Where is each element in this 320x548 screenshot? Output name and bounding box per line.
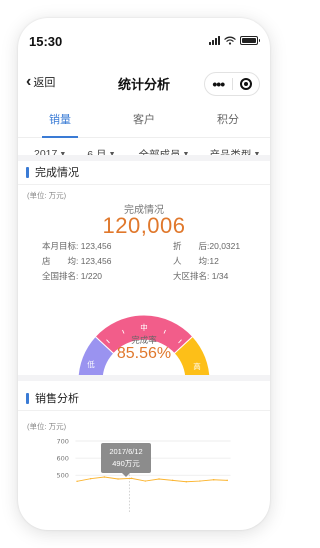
data-point [212, 479, 215, 481]
data-point [158, 478, 160, 480]
tooltip-value: 490万元 [112, 459, 140, 468]
y-tick-label: 600 [56, 455, 68, 463]
stat-region-rank: 大区排名: 1/34 [173, 270, 228, 282]
stat-label: 全国排名: [42, 271, 79, 281]
stat-label: 人 均: [173, 256, 210, 266]
stat-value: 1/34 [211, 271, 229, 281]
tab-points[interactable]: 积分 [186, 106, 270, 137]
section-title-completion-text: 完成情况 [35, 167, 79, 179]
section-title-sales: 销售分析 [26, 390, 79, 406]
stat-store-average: 店 均: 123,456 [42, 255, 111, 267]
divider [18, 410, 270, 411]
data-point [89, 477, 92, 480]
wifi-icon [224, 36, 236, 45]
stat-label: 店 均: [42, 256, 79, 266]
stat-value: 12 [209, 256, 219, 266]
signal-icon [209, 36, 220, 45]
stat-label: 大区排名: [173, 271, 210, 281]
unit-label: (单位: 万元) [27, 422, 67, 431]
data-point [103, 476, 106, 478]
stat-per-capita: 人 均:12 [173, 255, 219, 267]
stat-label: 本月目标: [42, 241, 79, 251]
rate-value: 85.56% [116, 345, 172, 362]
more-icon[interactable]: ••• [205, 77, 232, 91]
headline-value: 120,006 [102, 213, 186, 238]
chart-tooltip: 2017/6/12 490万元 [101, 443, 151, 477]
stat-national-rank: 全国排名: 1/220 [42, 270, 102, 282]
unit-label: (单位: 万元) [27, 191, 67, 200]
phone-frame: 15:30 ‹ 返回 统计分析 ••• 销量 客户 积分 2017 ▼ ▼ ▼ … [18, 18, 270, 530]
target-icon [239, 78, 252, 90]
miniprogram-capsule: ••• [204, 72, 260, 96]
battery-icon [240, 36, 260, 45]
status-time: 15:30 [29, 34, 63, 49]
section-divider [18, 155, 270, 161]
stat-monthly-target: 本月目标: 123,456 [42, 240, 111, 252]
data-point [185, 481, 188, 483]
divider [18, 184, 270, 185]
data-point [117, 478, 119, 480]
series-layer [76, 476, 228, 483]
stat-value: 20,0321 [209, 241, 241, 251]
series-line [76, 476, 228, 483]
tooltip-date: 2017/6/12 [109, 447, 143, 456]
status-icons [209, 36, 260, 45]
gauge-label-mid: 中 [140, 322, 148, 332]
section-title-sales-text: 销售分析 [35, 393, 79, 405]
data-point [130, 477, 133, 480]
tab-bar: 销量 客户 积分 [18, 106, 270, 138]
y-tick-label: 500 [56, 472, 68, 480]
stat-value: 123,456 [80, 256, 112, 266]
data-point [76, 480, 78, 483]
section-accent-bar [26, 166, 29, 178]
data-point [226, 479, 228, 482]
status-bar: 15:30 [18, 18, 270, 62]
stat-value: 123,456 [80, 241, 112, 251]
section-title-completion: 完成情况 [26, 164, 79, 180]
stat-discount: 折 后:20,0321 [173, 240, 240, 252]
stat-label: 折 后: [173, 241, 210, 251]
tab-sales[interactable]: 销量 [18, 106, 102, 138]
stat-value: 1/220 [80, 271, 103, 281]
section-accent-bar [26, 392, 29, 404]
tab-customers[interactable]: 客户 [102, 106, 186, 137]
nav-bar: ‹ 返回 统计分析 ••• [18, 62, 270, 106]
gridlines [75, 440, 231, 476]
y-tick-label: 700 [56, 437, 68, 445]
section-divider [18, 375, 270, 381]
data-point [171, 479, 174, 482]
data-point [144, 480, 147, 482]
data-point [199, 480, 201, 482]
close-miniprogram-button[interactable] [233, 78, 260, 90]
